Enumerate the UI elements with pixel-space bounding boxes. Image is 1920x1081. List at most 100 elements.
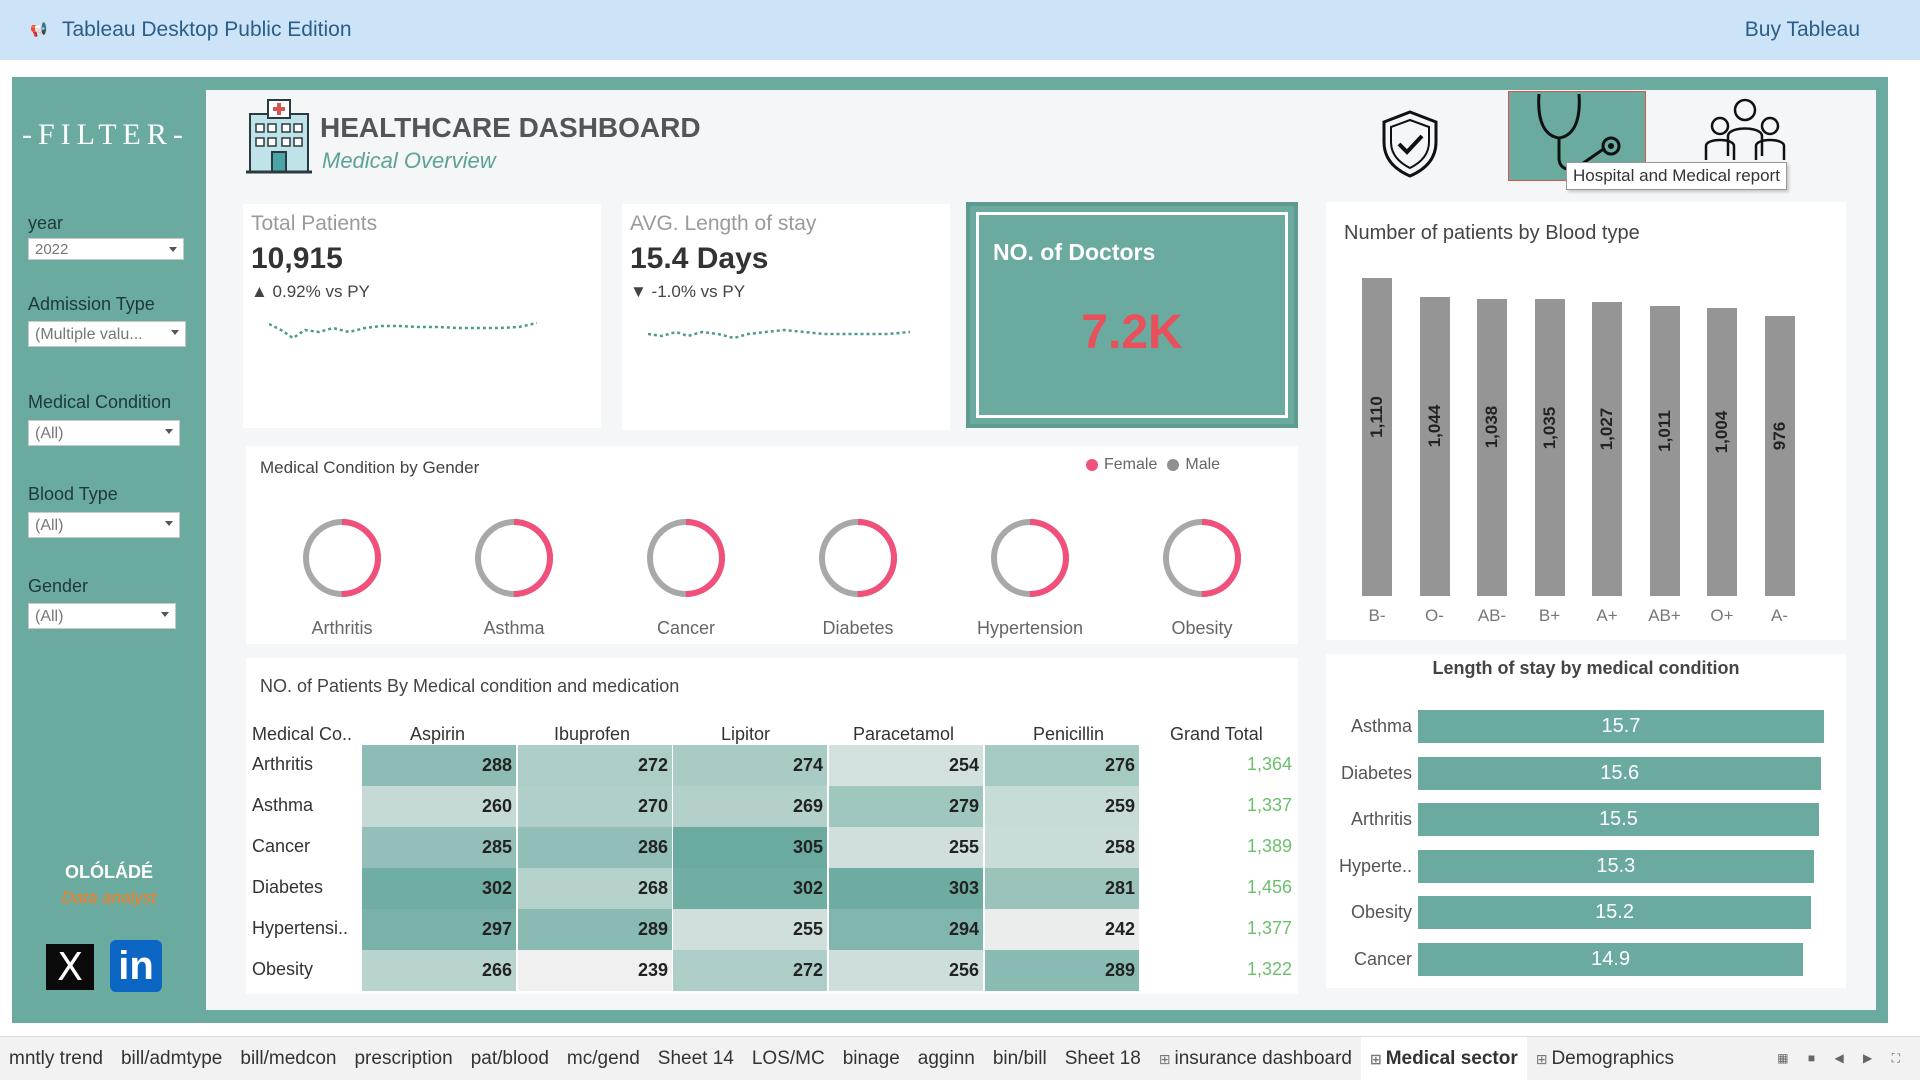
sheet-tab[interactable]: LOS/MC — [743, 1037, 834, 1081]
sheet-tab-label: Sheet 18 — [1064, 1047, 1141, 1069]
table-cell[interactable]: 260 — [362, 786, 516, 827]
table-cell[interactable]: 268 — [518, 868, 672, 909]
table-cell[interactable]: 276 — [985, 745, 1139, 786]
table-cell[interactable]: 288 — [362, 745, 516, 786]
chevron-down-icon — [165, 521, 173, 526]
table-cell[interactable]: 259 — [985, 786, 1139, 827]
sheet-tab-label: insurance dashboard — [1174, 1047, 1352, 1069]
los-category-label: Hyperte.. — [1338, 855, 1412, 876]
sheet-tab[interactable]: pat/blood — [462, 1037, 558, 1081]
year-dropdown[interactable]: 2022 — [28, 238, 184, 260]
table-cell[interactable]: 286 — [518, 827, 672, 868]
sheet-tab[interactable]: agginn — [909, 1037, 984, 1081]
donut-obesity[interactable] — [1152, 508, 1252, 608]
dashboard-icon: ⊞ — [1369, 1050, 1382, 1067]
table-cell[interactable]: 274 — [673, 745, 827, 786]
admission-type-dropdown[interactable]: (Multiple valu... — [28, 321, 186, 347]
table-cell[interactable]: 266 — [362, 950, 516, 991]
table-cell[interactable]: 279 — [829, 786, 983, 827]
gender-dropdown[interactable]: (All) — [28, 603, 176, 629]
table-cell[interactable]: 258 — [985, 827, 1139, 868]
los-bar[interactable]: 15.3 — [1418, 849, 1814, 883]
table-cell[interactable]: 272 — [673, 950, 827, 991]
sheet-tab[interactable]: Sheet 18 — [1056, 1037, 1150, 1081]
dashboard-subtitle: Medical Overview — [322, 148, 496, 173]
sheet-tab-label: prescription — [354, 1047, 453, 1069]
sheet-tab[interactable]: bin/bill — [984, 1037, 1056, 1081]
sheet-tab[interactable]: mc/gend — [558, 1037, 649, 1081]
sheet-tab-label: bin/bill — [992, 1047, 1047, 1069]
table-cell[interactable]: 281 — [985, 868, 1139, 909]
table-cell[interactable]: 285 — [362, 827, 516, 868]
sheet-tab[interactable]: bill/admtype — [112, 1037, 231, 1081]
donut-diabetes[interactable] — [808, 508, 908, 608]
donut-asthma[interactable] — [464, 508, 564, 608]
table-cell[interactable]: 289 — [518, 909, 672, 950]
table-cell[interactable]: 239 — [518, 950, 672, 991]
los-category-label: Cancer — [1353, 949, 1412, 969]
filter-label-gender: Gender — [28, 576, 89, 596]
total-patients-card[interactable]: Total Patients 10,915 ▲ 0.92% vs PY — [243, 204, 601, 428]
los-category-label: Asthma — [1350, 716, 1412, 736]
table-title: NO. of Patients By Medical condition and… — [260, 676, 680, 696]
blood-bar-value: 1,035 — [1539, 406, 1559, 450]
sheet-tab[interactable]: ⊞ Demographics — [1527, 1037, 1683, 1081]
doctors-card[interactable]: NO. of Doctors 7.2K — [966, 202, 1298, 428]
gender-chart-title: Medical Condition by Gender — [260, 458, 480, 477]
table-cell[interactable]: 255 — [673, 909, 827, 950]
patients-sparkline — [269, 321, 538, 340]
buy-tableau-link[interactable]: Buy Tableau — [1745, 18, 1860, 42]
table-cell[interactable]: 272 — [518, 745, 672, 786]
medical-condition-dropdown[interactable]: (All) — [28, 420, 180, 446]
sheet-tab[interactable]: ⊞ Medical sector — [1360, 1036, 1527, 1081]
sheet-tab[interactable]: Sheet 14 — [649, 1037, 743, 1081]
blood-type-dropdown[interactable]: (All) — [28, 512, 180, 538]
table-cell[interactable]: 305 — [673, 827, 827, 868]
filter-label-medical-condition: Medical Condition — [28, 392, 172, 412]
table-cell[interactable]: 255 — [829, 827, 983, 868]
table-cell[interactable]: 302 — [673, 868, 827, 909]
shield-check-icon[interactable] — [1378, 108, 1442, 178]
los-bar[interactable]: 15.6 — [1418, 756, 1822, 790]
los-bar[interactable]: 15.2 — [1418, 896, 1812, 930]
table-row-label: Arthritis — [252, 754, 314, 774]
hospital-icon — [246, 99, 312, 174]
los-bar[interactable]: 14.9 — [1418, 943, 1804, 976]
los-bar[interactable]: 15.7 — [1418, 710, 1824, 743]
kpi-label: NO. of Doctors — [993, 239, 1156, 265]
table-cell[interactable]: 269 — [673, 786, 827, 827]
table-cell[interactable]: 270 — [518, 786, 672, 827]
blood-type-label: A+ — [1596, 606, 1618, 625]
blood-bar-value: 1,038 — [1482, 406, 1501, 449]
table-cell[interactable]: 297 — [362, 909, 516, 950]
sheet-tab[interactable]: prescription — [345, 1037, 461, 1081]
blood-bar-value: 1,110 — [1367, 396, 1386, 438]
table-column-header: Penicillin — [1033, 724, 1105, 744]
people-group-icon[interactable] — [1700, 96, 1790, 162]
sheet-tab[interactable]: bill/medcon — [231, 1037, 345, 1081]
table-cell[interactable]: 256 — [829, 950, 983, 991]
table-cell[interactable]: 254 — [829, 745, 983, 786]
sheet-tab[interactable]: ⊞ insurance dashboard — [1150, 1037, 1361, 1081]
filter-title: -FILTER- — [22, 118, 189, 151]
donut-cancer[interactable] — [636, 508, 736, 608]
tableau-icon: 📢 — [30, 21, 48, 37]
donut-label: Asthma — [483, 618, 545, 638]
legend-swatch-male — [1167, 459, 1180, 471]
donut-hypertension[interactable] — [980, 508, 1080, 608]
donut-arthritis[interactable] — [292, 508, 392, 608]
tab-controls[interactable]: ▦ ■ ◀ ▶ ⛶ — [1777, 1051, 1908, 1066]
linkedin-logo-icon[interactable]: in — [110, 940, 162, 992]
sheet-tab[interactable]: binage — [834, 1037, 909, 1081]
table-cell[interactable]: 302 — [362, 868, 516, 909]
table-cell[interactable]: 289 — [985, 950, 1139, 991]
table-cell[interactable]: 242 — [985, 909, 1139, 950]
table-cell[interactable]: 303 — [829, 868, 983, 909]
los-category-label: Arthritis — [1350, 809, 1412, 830]
sheet-tab[interactable]: mntly trend — [0, 1037, 112, 1081]
avg-stay-card[interactable]: AVG. Length of stay 15.4 Days ▼ -1.0% vs… — [622, 204, 950, 430]
table-cell[interactable]: 294 — [829, 909, 983, 950]
los-bar[interactable]: 15.5 — [1418, 803, 1819, 837]
x-logo-icon[interactable]: X — [46, 944, 94, 990]
icon-tooltip: Hospital and Medical report — [1566, 162, 1787, 190]
